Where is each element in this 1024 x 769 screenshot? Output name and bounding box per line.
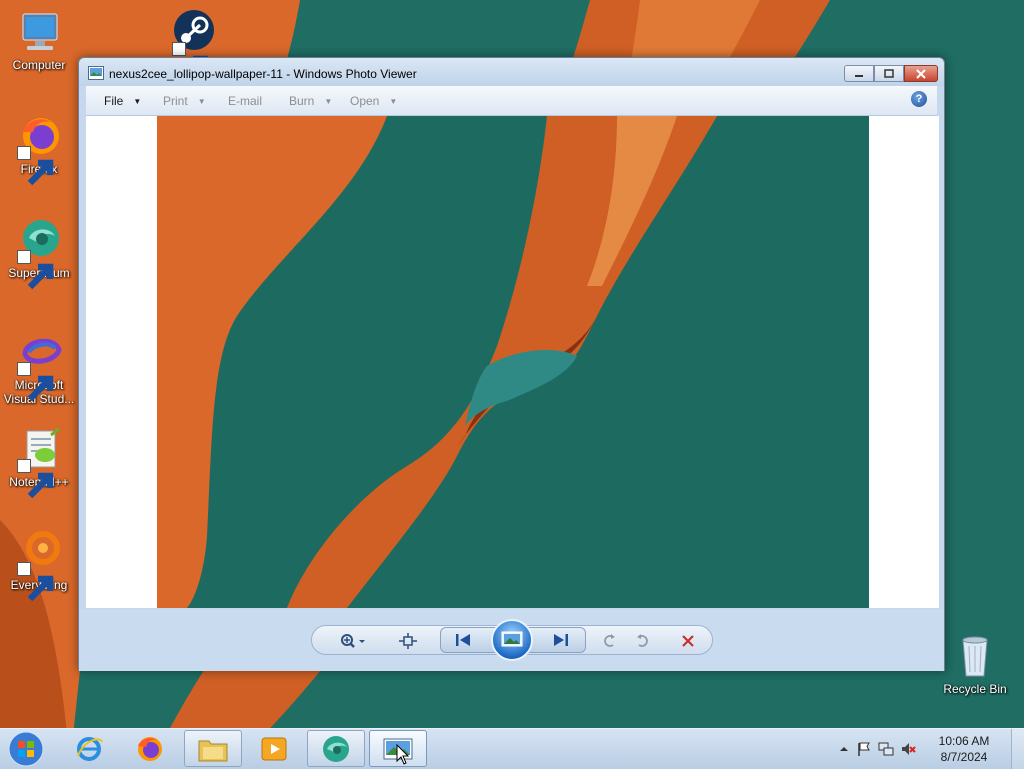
slide-show-button[interactable] xyxy=(491,619,533,661)
help-icon[interactable]: ? xyxy=(911,91,927,107)
window-titlebar[interactable]: nexus2cee_lollipop-wallpaper-11 - Window… xyxy=(79,58,944,86)
next-icon xyxy=(554,634,568,646)
supermium-icon xyxy=(15,216,63,290)
computer-icon xyxy=(15,8,63,56)
clock-date: 8/7/2024 xyxy=(940,750,988,764)
shortcut-arrow-icon xyxy=(17,146,54,186)
minimize-button[interactable] xyxy=(844,65,874,82)
rotate-clockwise-button[interactable] xyxy=(633,632,653,650)
clock-time: 10:06 AM xyxy=(938,734,990,748)
previous-icon xyxy=(456,634,470,646)
zoom-icon xyxy=(341,634,365,648)
firefox-icon xyxy=(15,112,63,186)
zoom-button[interactable] xyxy=(338,632,368,650)
chevron-down-icon: ▼ xyxy=(133,97,142,106)
menu-email-label: E-mail xyxy=(228,94,263,108)
previous-button[interactable] xyxy=(453,631,473,649)
windows-logo-icon xyxy=(8,731,44,767)
chevron-down-icon: ▼ xyxy=(389,97,398,106)
taskbar: 10:06 AM 8/7/2024 xyxy=(0,728,1024,769)
actual-size-button[interactable] xyxy=(398,632,418,650)
menu-print-label: Print xyxy=(163,94,188,108)
menu-email[interactable]: E-mail xyxy=(228,94,262,108)
everything-icon xyxy=(15,528,63,602)
taskbar-media-player[interactable] xyxy=(245,730,303,767)
desktop-icon-supermium[interactable]: Supermium xyxy=(1,216,77,290)
desktop-icon-visual-studio[interactable]: Microsoft Visual Stud... xyxy=(1,328,77,406)
shortcut-arrow-icon xyxy=(17,250,54,290)
displayed-photo xyxy=(157,116,869,608)
notepadpp-icon xyxy=(15,425,63,499)
slide-show-icon xyxy=(501,631,523,647)
folder-icon xyxy=(198,740,228,761)
close-icon xyxy=(916,68,926,79)
shortcut-arrow-icon xyxy=(17,459,54,499)
desktop-icon-notepadpp[interactable]: Notepad++ xyxy=(1,425,77,499)
menu-open[interactable]: Open ▼ xyxy=(350,94,397,108)
desktop-icon-label: Recycle Bin xyxy=(943,682,1007,696)
rotate-left-icon xyxy=(604,634,615,647)
menu-file[interactable]: File ▼ xyxy=(104,94,141,108)
shortcut-arrow-icon xyxy=(17,562,54,602)
maximize-button[interactable] xyxy=(874,65,904,82)
action-center-flag-icon[interactable] xyxy=(856,741,872,757)
recycle-bin-icon xyxy=(951,632,999,680)
desktop-icon-recycle-bin[interactable]: Recycle Bin xyxy=(937,632,1013,696)
visual-studio-icon xyxy=(15,328,63,402)
system-tray: 10:06 AM 8/7/2024 xyxy=(834,729,1024,769)
chevron-down-icon: ▼ xyxy=(197,97,206,106)
actual-size-icon xyxy=(399,633,417,649)
supermium-icon xyxy=(323,735,349,762)
menu-file-label: File xyxy=(104,94,124,108)
show-hidden-icons-icon[interactable] xyxy=(838,743,854,759)
desktop-icon-everything[interactable]: Everything xyxy=(1,528,77,602)
playback-controls-area xyxy=(79,609,944,671)
desktop-icon-steam[interactable] xyxy=(156,8,232,82)
rotate-counterclockwise-button[interactable] xyxy=(599,632,619,650)
delete-icon xyxy=(682,635,694,647)
taskbar-firefox[interactable] xyxy=(121,730,179,767)
internet-explorer-icon xyxy=(77,736,103,761)
volume-muted-icon[interactable] xyxy=(900,741,916,757)
desktop-icon-label: Computer xyxy=(12,58,66,72)
maximize-icon xyxy=(884,69,894,78)
shortcut-arrow-icon xyxy=(17,362,54,402)
control-bar xyxy=(311,619,713,661)
desktop-icon-firefox[interactable]: Firefox xyxy=(1,112,77,186)
command-bar: File ▼ Print ▼ E-mail Burn ▼ Open ▼ ? xyxy=(86,86,937,116)
photo-viewer-window[interactable]: nexus2cee_lollipop-wallpaper-11 - Window… xyxy=(78,57,945,671)
image-viewport[interactable] xyxy=(86,116,939,608)
start-button[interactable] xyxy=(6,731,46,767)
menu-burn[interactable]: Burn ▼ xyxy=(289,94,332,108)
photo-viewer-icon xyxy=(88,66,104,80)
delete-button[interactable] xyxy=(678,632,698,650)
network-icon[interactable] xyxy=(878,741,894,757)
minimize-icon xyxy=(855,74,863,77)
steam-icon xyxy=(170,8,218,82)
chevron-down-icon: ▼ xyxy=(324,97,333,106)
media-player-icon xyxy=(261,737,287,760)
show-desktop-button[interactable] xyxy=(1011,729,1024,769)
taskbar-supermium[interactable] xyxy=(307,730,365,767)
rotate-right-icon xyxy=(637,634,648,647)
menu-burn-label: Burn xyxy=(289,94,315,108)
window-title: nexus2cee_lollipop-wallpaper-11 - Window… xyxy=(109,67,417,81)
close-button[interactable] xyxy=(904,65,938,82)
taskbar-windows-explorer[interactable] xyxy=(184,730,242,767)
menu-open-label: Open xyxy=(350,94,380,108)
mouse-cursor-icon xyxy=(396,744,410,765)
firefox-icon xyxy=(138,736,162,761)
menu-print[interactable]: Print ▼ xyxy=(163,94,206,108)
next-button[interactable] xyxy=(551,631,571,649)
desktop-icon-computer[interactable]: Computer xyxy=(1,8,77,72)
clock[interactable]: 10:06 AM 8/7/2024 xyxy=(934,733,994,765)
taskbar-internet-explorer[interactable] xyxy=(60,730,118,767)
shortcut-arrow-icon xyxy=(172,42,209,82)
